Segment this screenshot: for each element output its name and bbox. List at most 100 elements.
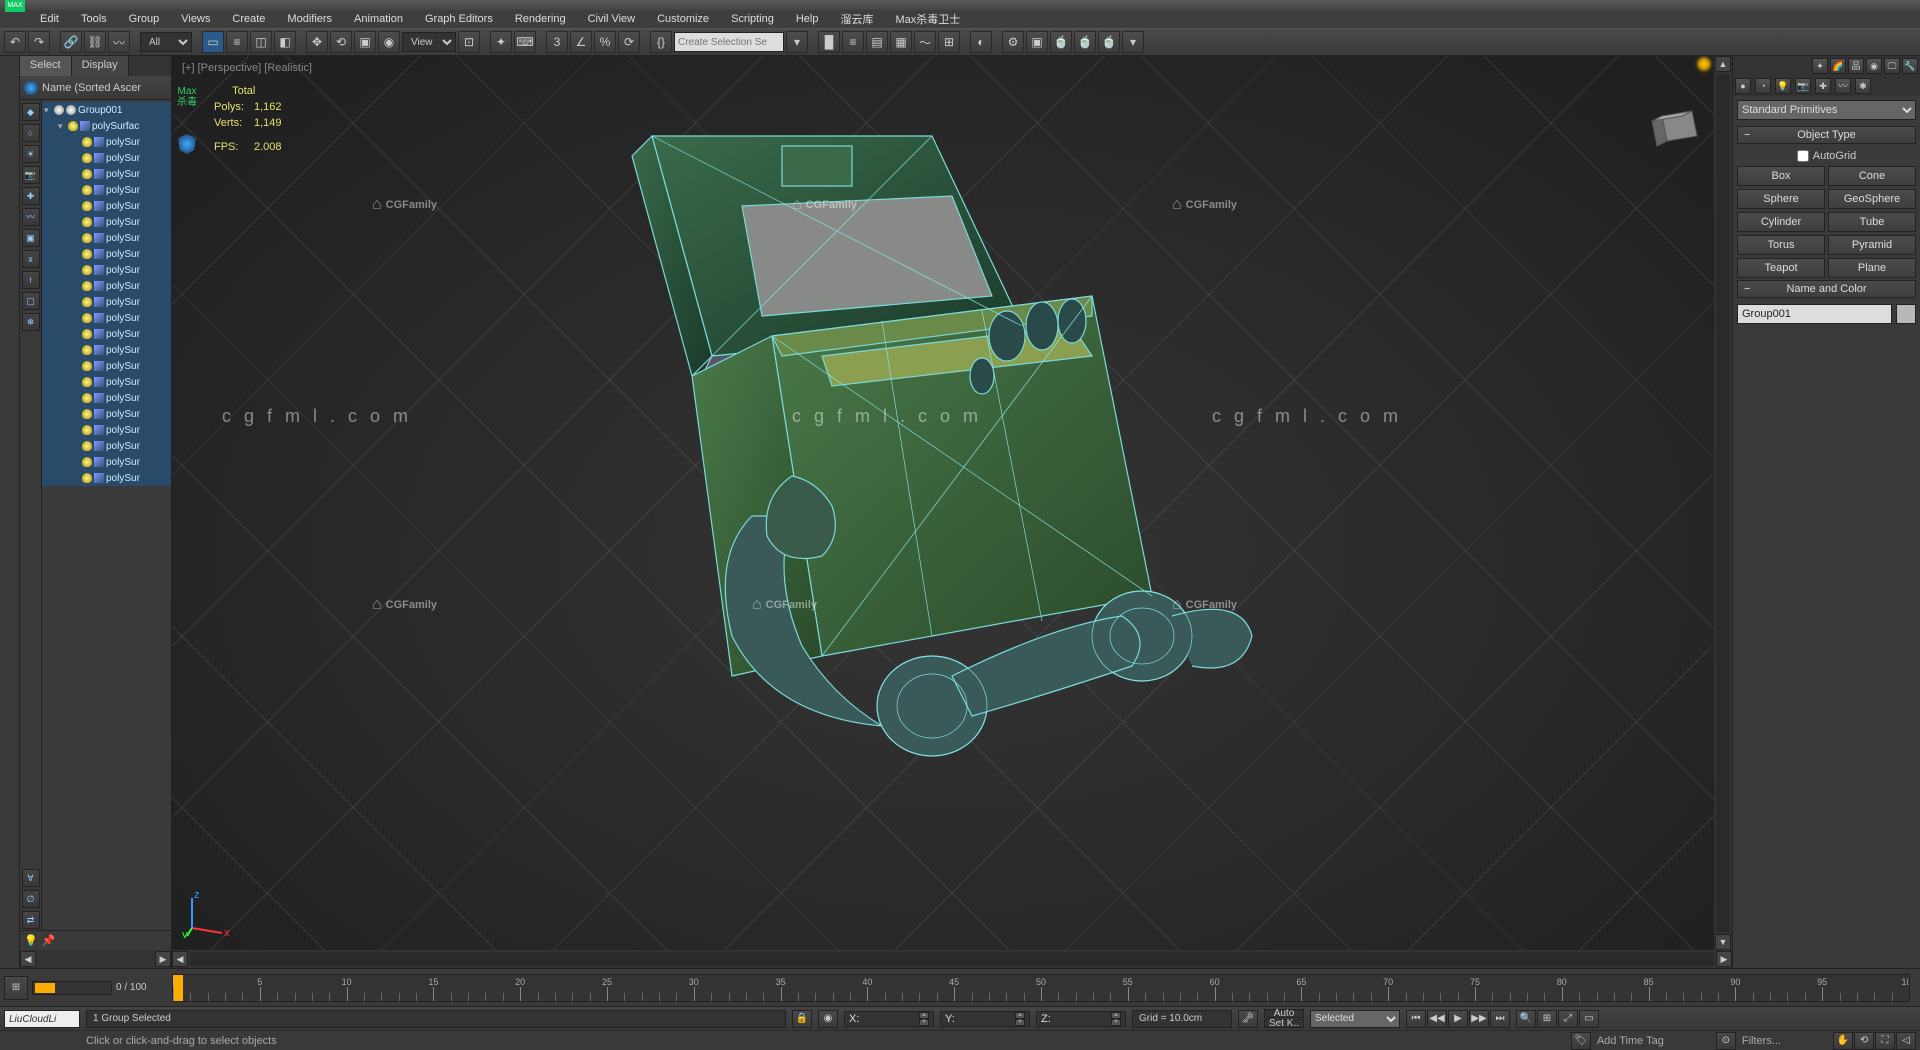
- goto-start-button[interactable]: ⏮: [1406, 1010, 1426, 1028]
- spacewarps-cat-icon[interactable]: 〰: [1835, 78, 1851, 94]
- menu-liuyunku[interactable]: 溜云库: [830, 9, 883, 29]
- ref-coord-select[interactable]: View: [402, 32, 456, 52]
- primitive-box-button[interactable]: Box: [1737, 166, 1825, 186]
- menu-graph-editors[interactable]: Graph Editors: [415, 11, 503, 27]
- unlink-button[interactable]: ⛓: [84, 31, 106, 53]
- tree-row[interactable]: polySur: [42, 390, 171, 406]
- motion-tab-icon[interactable]: ◉: [1866, 58, 1882, 74]
- rollout-name-color[interactable]: Name and Color: [1737, 280, 1916, 298]
- window-crossing-button[interactable]: ◧: [274, 31, 296, 53]
- view-cube[interactable]: [1642, 96, 1712, 166]
- redo-button[interactable]: ↷: [28, 31, 50, 53]
- isolate-selection-button[interactable]: ◉: [818, 1010, 838, 1028]
- primitive-teapot-button[interactable]: Teapot: [1737, 258, 1825, 278]
- tree-row[interactable]: polySur: [42, 198, 171, 214]
- select-scale-button[interactable]: ▣: [354, 31, 376, 53]
- menu-create[interactable]: Create: [222, 11, 275, 27]
- filter-bone-icon[interactable]: ⟊: [22, 271, 40, 289]
- tree-row-group[interactable]: ▾Group001: [42, 102, 171, 118]
- filter-container-icon[interactable]: ▢: [22, 292, 40, 310]
- cameras-cat-icon[interactable]: 📷: [1795, 78, 1811, 94]
- menu-rendering[interactable]: Rendering: [505, 11, 576, 27]
- filter-shape-icon[interactable]: ○: [22, 124, 40, 142]
- pivot-center-button[interactable]: ⊡: [458, 31, 480, 53]
- filter-geometry-icon[interactable]: ◆: [22, 103, 40, 121]
- tree-row[interactable]: polySur: [42, 406, 171, 422]
- tree-row[interactable]: polySur: [42, 230, 171, 246]
- filter-all-icon[interactable]: ∀: [22, 869, 40, 887]
- filter-xref-icon[interactable]: x: [22, 250, 40, 268]
- menu-group[interactable]: Group: [119, 11, 170, 27]
- lights-cat-icon[interactable]: 💡: [1775, 78, 1791, 94]
- scene-tree[interactable]: ▾Group001▾polySurfacpolySurpolySurpolySu…: [42, 100, 171, 930]
- tree-row[interactable]: polySur: [42, 262, 171, 278]
- coord-y[interactable]: Y:▲▼: [940, 1011, 1030, 1027]
- fov-button[interactable]: ◁: [1896, 1032, 1916, 1050]
- toggle-ribbon-button[interactable]: ▦: [890, 31, 912, 53]
- primitive-cone-button[interactable]: Cone: [1828, 166, 1916, 186]
- tree-row[interactable]: polySur: [42, 342, 171, 358]
- menu-animation[interactable]: Animation: [344, 11, 413, 27]
- snap-toggle-button[interactable]: 3: [546, 31, 568, 53]
- geometry-cat-icon[interactable]: ●: [1735, 78, 1751, 94]
- spinner-snap-button[interactable]: ⟳: [618, 31, 640, 53]
- object-name-input[interactable]: [1737, 304, 1892, 324]
- edit-selection-set-button[interactable]: {}: [650, 31, 672, 53]
- coord-z[interactable]: Z:▲▼: [1036, 1011, 1126, 1027]
- undo-button[interactable]: ↶: [4, 31, 26, 53]
- systems-cat-icon[interactable]: ✱: [1855, 78, 1871, 94]
- time-config-button[interactable]: ⊞: [4, 976, 28, 1000]
- display-tab-icon[interactable]: 🖵: [1884, 58, 1900, 74]
- viewport-vscroll[interactable]: ▲▼: [1714, 56, 1732, 950]
- tree-row[interactable]: polySur: [42, 278, 171, 294]
- object-color-swatch[interactable]: [1896, 304, 1916, 324]
- helpers-cat-icon[interactable]: ✚: [1815, 78, 1831, 94]
- tree-row[interactable]: polySur: [42, 294, 171, 310]
- menu-tools[interactable]: Tools: [71, 11, 117, 27]
- maxscript-listener[interactable]: LiuCloudLi: [4, 1010, 80, 1028]
- tree-row[interactable]: polySur: [42, 166, 171, 182]
- menu-max-antivirus[interactable]: Max杀毒卫士: [885, 9, 970, 29]
- filter-frozen-icon[interactable]: ❄: [22, 313, 40, 331]
- key-filters-label[interactable]: Filters...: [1742, 1035, 1781, 1047]
- viewport[interactable]: [+] [Perspective] [Realistic] Max 杀毒 Tot…: [172, 56, 1732, 968]
- selection-lock-button[interactable]: 🔒: [792, 1010, 812, 1028]
- angle-snap-button[interactable]: ∠: [570, 31, 592, 53]
- pan-button[interactable]: ✋: [1833, 1032, 1853, 1050]
- autokey-button[interactable]: Auto: [1264, 1009, 1304, 1018]
- shapes-cat-icon[interactable]: ◔: [1755, 78, 1771, 94]
- zoom-button[interactable]: 🔍: [1516, 1010, 1536, 1028]
- viewport-label[interactable]: [+] [Perspective] [Realistic]: [182, 62, 312, 74]
- select-region-button[interactable]: ◫: [250, 31, 272, 53]
- select-place-button[interactable]: ◉: [378, 31, 400, 53]
- tree-row[interactable]: polySur: [42, 134, 171, 150]
- primitive-tube-button[interactable]: Tube: [1828, 212, 1916, 232]
- selection-set-dropdown-button[interactable]: ▾: [786, 31, 808, 53]
- tree-row[interactable]: polySur: [42, 358, 171, 374]
- named-selection-set-input[interactable]: [674, 32, 784, 52]
- hierarchy-tab-icon[interactable]: 品: [1848, 58, 1864, 74]
- tree-row[interactable]: polySur: [42, 454, 171, 470]
- tree-row[interactable]: polySur: [42, 310, 171, 326]
- tree-row[interactable]: polySur: [42, 182, 171, 198]
- percent-snap-button[interactable]: %: [594, 31, 616, 53]
- add-time-tag-button[interactable]: 🏷: [1571, 1032, 1591, 1050]
- menu-civil-view[interactable]: Civil View: [578, 11, 645, 27]
- menu-help[interactable]: Help: [786, 11, 829, 27]
- menu-views[interactable]: Views: [171, 11, 220, 27]
- orbit-button[interactable]: ⟲: [1854, 1032, 1874, 1050]
- setkey-button[interactable]: Set K..: [1264, 1019, 1304, 1028]
- tree-row[interactable]: polySur: [42, 214, 171, 230]
- render-setup-button[interactable]: ⚙: [1002, 31, 1024, 53]
- select-rotate-button[interactable]: ⟲: [330, 31, 352, 53]
- key-mode-button[interactable]: ⊙: [1716, 1032, 1736, 1050]
- menu-scripting[interactable]: Scripting: [721, 11, 784, 27]
- align-button[interactable]: ≡: [842, 31, 864, 53]
- tree-row[interactable]: polySur: [42, 470, 171, 486]
- se-scroll-left[interactable]: ◀: [20, 951, 36, 967]
- bind-spacewarp-button[interactable]: 〰: [108, 31, 130, 53]
- menu-customize[interactable]: Customize: [647, 11, 719, 27]
- tree-row[interactable]: polySur: [42, 422, 171, 438]
- primitive-geosphere-button[interactable]: GeoSphere: [1828, 189, 1916, 209]
- tree-row[interactable]: polySur: [42, 326, 171, 342]
